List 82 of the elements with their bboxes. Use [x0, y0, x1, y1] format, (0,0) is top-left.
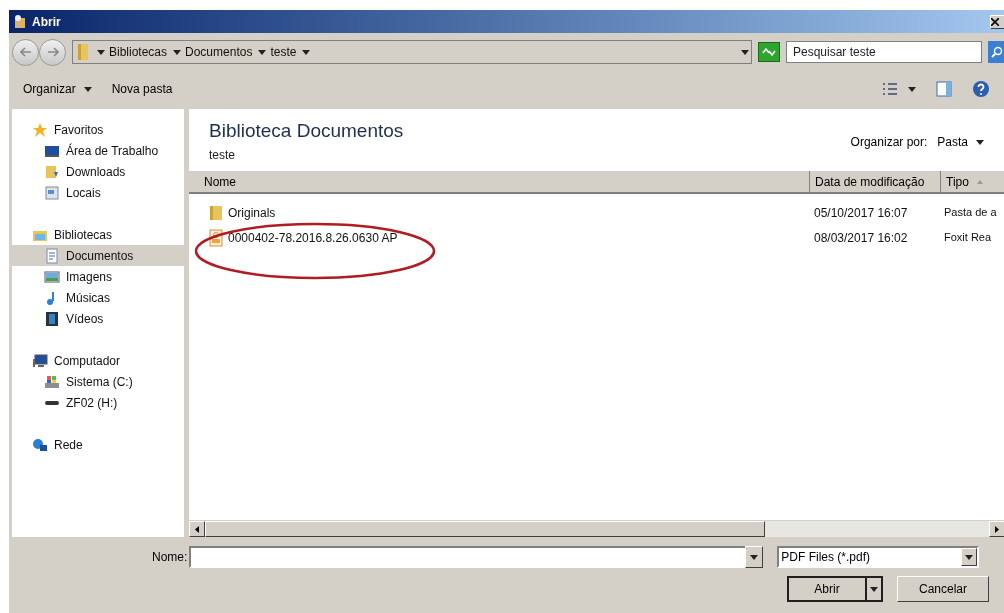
- breadcrumb-item[interactable]: Documentos: [185, 43, 253, 61]
- dropdown-caret-icon: [965, 554, 974, 560]
- column-header[interactable]: Data de modificação: [809, 171, 940, 192]
- help-icon: [972, 80, 990, 98]
- address-bar[interactable]: Bibliotecas Documentos teste: [72, 40, 752, 64]
- arrange-dropdown[interactable]: Pasta: [937, 133, 984, 151]
- file-name-field[interactable]: [189, 546, 746, 568]
- nav-item[interactable]: Músicas: [12, 287, 185, 308]
- open-button[interactable]: Abrir: [787, 576, 867, 602]
- document-icon: [44, 247, 60, 264]
- nav-item[interactable]: Favoritos: [12, 119, 185, 140]
- file-name-cell[interactable]: Originals: [189, 203, 809, 222]
- star-icon: [32, 121, 48, 138]
- breadcrumb-caret-icon: [173, 49, 182, 55]
- close-button[interactable]: [990, 14, 1004, 29]
- window-title: Abrir: [32, 13, 61, 31]
- left-arrow-icon: [19, 47, 32, 57]
- new-folder-button[interactable]: Nova pasta: [111, 80, 173, 98]
- breadcrumb-caret-icon: [302, 49, 311, 55]
- help-button[interactable]: [972, 80, 990, 98]
- folder-icon: [209, 204, 223, 221]
- folder-icon: [75, 43, 91, 61]
- caret-icon: [976, 139, 984, 145]
- nav-item[interactable]: Rede: [12, 434, 185, 455]
- column-header[interactable]: Tipo: [940, 171, 1004, 192]
- nav-item[interactable]: Downloads: [12, 161, 185, 182]
- breadcrumb-caret-icon: [97, 49, 105, 55]
- nav-item[interactable]: Computador: [12, 350, 185, 371]
- nav-item[interactable]: Documentos: [12, 245, 185, 266]
- preview-pane-button[interactable]: [936, 81, 952, 97]
- breadcrumb-item[interactable]: Bibliotecas: [109, 43, 168, 61]
- network-icon: [32, 436, 48, 453]
- search-icon: [991, 46, 1003, 58]
- app-icon: [12, 13, 28, 30]
- video-icon: [44, 310, 60, 327]
- nav-item[interactable]: Bibliotecas: [12, 224, 185, 245]
- nav-item[interactable]: Vídeos: [12, 308, 185, 329]
- sort-arrow-icon: [976, 179, 983, 184]
- computer-icon: [32, 352, 48, 369]
- cancel-button[interactable]: Cancelar: [897, 576, 989, 602]
- drive-icon: [44, 399, 60, 406]
- image-icon: [44, 268, 60, 285]
- right-arrow-icon: [46, 47, 59, 57]
- nav-item[interactable]: Locais: [12, 182, 185, 203]
- nav-item[interactable]: ZF02 (H:): [12, 392, 185, 413]
- caret-icon: [908, 86, 916, 92]
- horizontal-scrollbar[interactable]: [189, 520, 1004, 537]
- view-button[interactable]: [882, 82, 916, 96]
- open-options-button[interactable]: [867, 576, 883, 602]
- list-view-icon: [882, 82, 898, 96]
- date-cell-text: 08/03/2017 16:02: [813, 229, 909, 247]
- nav-item[interactable]: Imagens: [12, 266, 185, 287]
- places-icon: [44, 184, 60, 201]
- close-icon: [991, 17, 999, 26]
- downloads-icon: [44, 163, 60, 180]
- nav-item[interactable]: Área de Trabalho: [12, 140, 185, 161]
- search-field[interactable]: Pesquisar teste: [786, 41, 982, 63]
- breadcrumb-item[interactable]: teste: [270, 43, 297, 61]
- library-title: Biblioteca Documentos: [209, 119, 404, 143]
- history-dropdown-button[interactable]: [745, 546, 764, 568]
- type-cell-text: Pasta de a: [943, 205, 998, 221]
- arrange-label: Organizar por:: [850, 134, 928, 151]
- file-type-dropdown[interactable]: PDF Files (*.pdf): [777, 546, 980, 568]
- scroll-right-icon: [995, 525, 999, 533]
- caret-icon: [83, 86, 92, 92]
- dropdown-caret-icon: [741, 49, 749, 55]
- nav-item[interactable]: Sistema (C:): [12, 371, 185, 392]
- pane-icon: [936, 81, 952, 97]
- scroll-left-icon: [195, 525, 199, 533]
- breadcrumb-caret-icon: [258, 49, 267, 55]
- search-button[interactable]: [988, 41, 1004, 63]
- organize-button[interactable]: Organizar: [23, 80, 92, 98]
- caret-icon: [870, 586, 878, 592]
- library-subtitle: teste: [209, 146, 236, 164]
- dropdown-caret-icon: [750, 554, 759, 560]
- type-cell-text: Foxit Rea: [943, 230, 993, 246]
- date-cell-text: 05/10/2017 16:07: [813, 204, 909, 222]
- file-name-cell[interactable]: 0000402-78.2016.8.26.0630 AP: [189, 228, 809, 247]
- refresh-button[interactable]: [758, 42, 780, 62]
- drive-icon: [44, 373, 60, 390]
- column-header[interactable]: Nome: [189, 171, 809, 192]
- name-label: Nome:: [152, 549, 188, 566]
